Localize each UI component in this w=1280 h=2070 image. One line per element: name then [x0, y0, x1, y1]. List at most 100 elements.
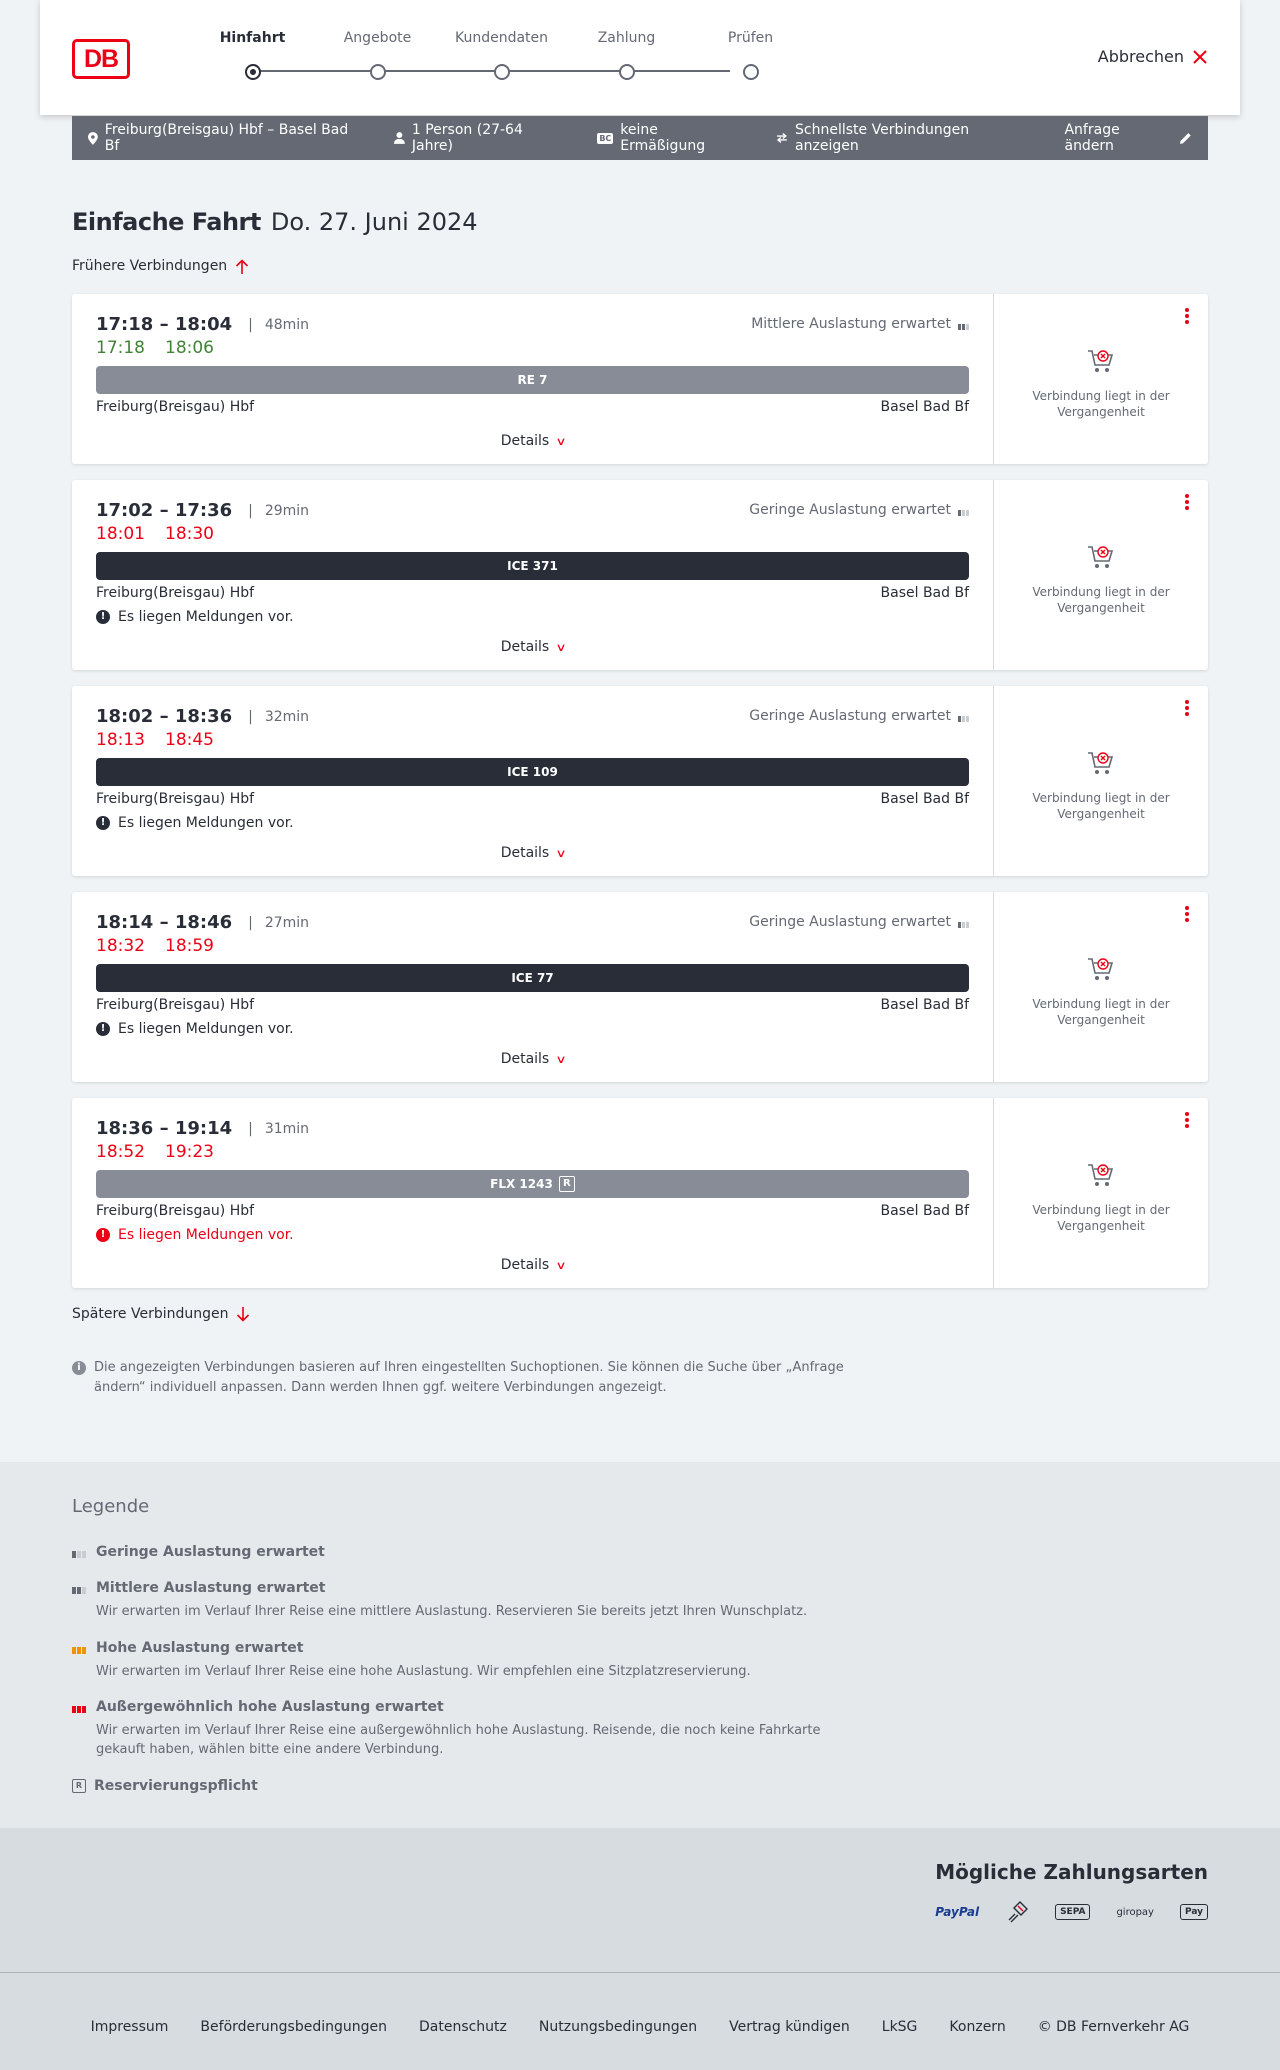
- connection-card[interactable]: 18:36 – 19:14 | 31min 18:52 19:23 FLX 1243 R…: [72, 1098, 1208, 1288]
- train-name: ICE 371: [507, 559, 558, 573]
- more-options-icon[interactable]: [1182, 308, 1192, 326]
- bahncard-icon: BC: [597, 132, 614, 144]
- footer-link-nutzungsbedingungen[interactable]: Nutzungsbedingungen: [539, 2019, 697, 2035]
- train-bar[interactable]: ICE 77: [96, 964, 969, 992]
- footer-link-vertrag-kuendigen[interactable]: Vertrag kündigen: [729, 2019, 850, 2035]
- query-persons: 1 Person (27-64 Jahre): [394, 122, 565, 154]
- connection-card[interactable]: 17:18 – 18:04 | 48min 17:18 18:06 Mittlere …: [72, 294, 1208, 464]
- connection-card[interactable]: 18:14 – 18:46 | 27min 18:32 18:59 Geringe A…: [72, 892, 1208, 1082]
- alert-icon: !: [96, 816, 110, 830]
- unavailable-info: Verbindung liegt in der Vergangenheit: [994, 956, 1208, 1028]
- connection-card[interactable]: 18:02 – 18:36 | 32min 18:13 18:45 Geringe A…: [72, 686, 1208, 876]
- destination-station: Basel Bad Bf: [880, 1203, 969, 1219]
- footer-link-impressum[interactable]: Impressum: [91, 2019, 169, 2035]
- footer-link-datenschutz[interactable]: Datenschutz: [419, 2019, 507, 2035]
- origin-station: Freiburg(Breisgau) Hbf: [96, 791, 255, 807]
- legend-label: Außergewöhnlich hohe Auslastung erwartet: [96, 1699, 444, 1715]
- more-options-icon[interactable]: [1182, 1112, 1192, 1130]
- header: DB Hinfahrt Angebote Kundendaten Zahlung…: [40, 0, 1240, 115]
- cart-unavailable-icon: [1088, 1164, 1114, 1186]
- occupancy-label: Geringe Auslastung erwartet: [749, 502, 951, 518]
- message-notice: ! Es liegen Meldungen vor.: [96, 609, 294, 625]
- persons-text: 1 Person (27-64 Jahre): [411, 122, 523, 154]
- step-kundendaten: Kundendaten: [439, 30, 564, 80]
- origin-station: Freiburg(Breisgau) Hbf: [96, 399, 255, 415]
- unavailable-info: Verbindung liegt in der Vergangenheit: [994, 544, 1208, 616]
- details-toggle[interactable]: Details ∨: [72, 1257, 994, 1273]
- occupancy-low-icon: [72, 1546, 88, 1558]
- message-notice: ! Es liegen Meldungen vor.: [96, 1021, 294, 1037]
- chevron-down-icon: ∨: [555, 641, 567, 654]
- query-fastest: Schnellste Verbindungen anzeigen: [776, 122, 1032, 154]
- legend-description: Wir erwarten im Verlauf Ihrer Reise eine…: [96, 1723, 821, 1757]
- fastest-text: Schnellste Verbindungen anzeigen: [795, 122, 970, 154]
- occupancy-high-icon: [72, 1642, 88, 1654]
- alert-icon: !: [96, 1022, 110, 1036]
- query-discount: BC keine Ermäßigung: [597, 122, 744, 154]
- step-dot: [369, 64, 386, 80]
- occupancy-label: Mittlere Auslastung erwartet: [751, 316, 951, 332]
- step-hinfahrt: Hinfahrt: [190, 30, 315, 80]
- train-name: ICE 109: [507, 765, 558, 779]
- db-logo[interactable]: DB: [72, 39, 130, 79]
- unavailable-info: Verbindung liegt in der Vergangenheit: [994, 750, 1208, 822]
- more-options-icon[interactable]: [1182, 906, 1192, 924]
- scheduled-times: 18:14 – 18:46 | 27min: [96, 912, 310, 933]
- arrow-down-icon: [237, 1306, 250, 1322]
- realtime-departure: 18:52: [96, 1142, 145, 1162]
- connection-card[interactable]: 17:02 – 17:36 | 29min 18:01 18:30 Geringe A…: [72, 480, 1208, 670]
- footer-link-befoerderungsbedingungen[interactable]: Beförderungsbedingungen: [200, 2019, 387, 2035]
- location-pin-icon: [88, 131, 98, 145]
- more-options-icon[interactable]: [1182, 700, 1192, 718]
- connection-side: Verbindung liegt in der Vergangenheit: [994, 294, 1208, 464]
- more-options-icon[interactable]: [1182, 494, 1192, 512]
- message-text: Es liegen Meldungen vor.: [118, 609, 294, 625]
- info-icon: i: [72, 1361, 86, 1375]
- details-toggle[interactable]: Details ∨: [72, 639, 994, 655]
- details-toggle[interactable]: Details ∨: [72, 845, 994, 861]
- unavailable-text: Verbindung liegt in der Vergangenheit: [1032, 389, 1170, 419]
- scheduled-times: 17:02 – 17:36 | 29min: [96, 500, 310, 521]
- scheduled-times: 18:36 – 19:14 | 31min: [96, 1118, 310, 1139]
- legend-label: Hohe Auslastung erwartet: [96, 1640, 304, 1656]
- message-text: Es liegen Meldungen vor.: [118, 1021, 294, 1037]
- time-range: 18:36 – 19:14: [96, 1118, 233, 1139]
- person-icon: [394, 132, 405, 144]
- footer-link-lksg[interactable]: LkSG: [882, 2019, 918, 2035]
- chevron-down-icon: ∨: [555, 1053, 567, 1066]
- details-label: Details: [500, 433, 550, 449]
- reservation-required-icon: R: [72, 1779, 86, 1793]
- edit-query-button[interactable]: Anfrage ändern: [1064, 122, 1192, 154]
- train-bar[interactable]: ICE 109: [96, 758, 969, 786]
- edit-query-label: Anfrage ändern: [1064, 122, 1120, 154]
- sepa-icon: SEPA: [1055, 1904, 1091, 1920]
- realtime-arrival: 18:06: [165, 338, 214, 358]
- train-name: ICE 77: [511, 971, 554, 985]
- footer-link-konzern[interactable]: Konzern: [949, 2019, 1005, 2035]
- connection-main: 18:02 – 18:36 | 32min 18:13 18:45 Geringe A…: [72, 686, 994, 876]
- train-bar[interactable]: FLX 1243 R: [96, 1170, 969, 1198]
- details-label: Details: [500, 639, 550, 655]
- close-icon: [1193, 49, 1207, 64]
- step-label: Hinfahrt: [219, 30, 286, 46]
- details-toggle[interactable]: Details ∨: [72, 433, 994, 449]
- realtime-times: 17:18 18:06: [96, 338, 214, 358]
- occupancy-medium-icon: [72, 1582, 88, 1594]
- realtime-times: 18:52 19:23: [96, 1142, 214, 1162]
- connection-side: Verbindung liegt in der Vergangenheit: [994, 892, 1208, 1082]
- note-text: Die angezeigten Verbindungen basieren au…: [94, 1360, 844, 1395]
- time-range: 18:02 – 18:36: [96, 706, 233, 727]
- cancel-button[interactable]: Abbrechen: [1098, 47, 1208, 66]
- payment-title: Mögliche Zahlungsarten: [935, 1860, 1208, 1884]
- card-payment-icon: [1008, 1901, 1029, 1923]
- unavailable-text: Verbindung liegt in der Vergangenheit: [1032, 997, 1170, 1027]
- unavailable-text: Verbindung liegt in der Vergangenheit: [1032, 791, 1170, 821]
- details-toggle[interactable]: Details ∨: [72, 1051, 994, 1067]
- occupancy-label: Geringe Auslastung erwartet: [749, 708, 951, 724]
- legend-description: Wir erwarten im Verlauf Ihrer Reise eine…: [96, 1664, 751, 1679]
- realtime-departure: 17:18: [96, 338, 145, 358]
- train-bar[interactable]: ICE 371: [96, 552, 969, 580]
- earlier-connections-link[interactable]: Frühere Verbindungen: [72, 258, 249, 274]
- train-bar[interactable]: RE 7: [96, 366, 969, 394]
- later-connections-link[interactable]: Spätere Verbindungen: [72, 1306, 250, 1322]
